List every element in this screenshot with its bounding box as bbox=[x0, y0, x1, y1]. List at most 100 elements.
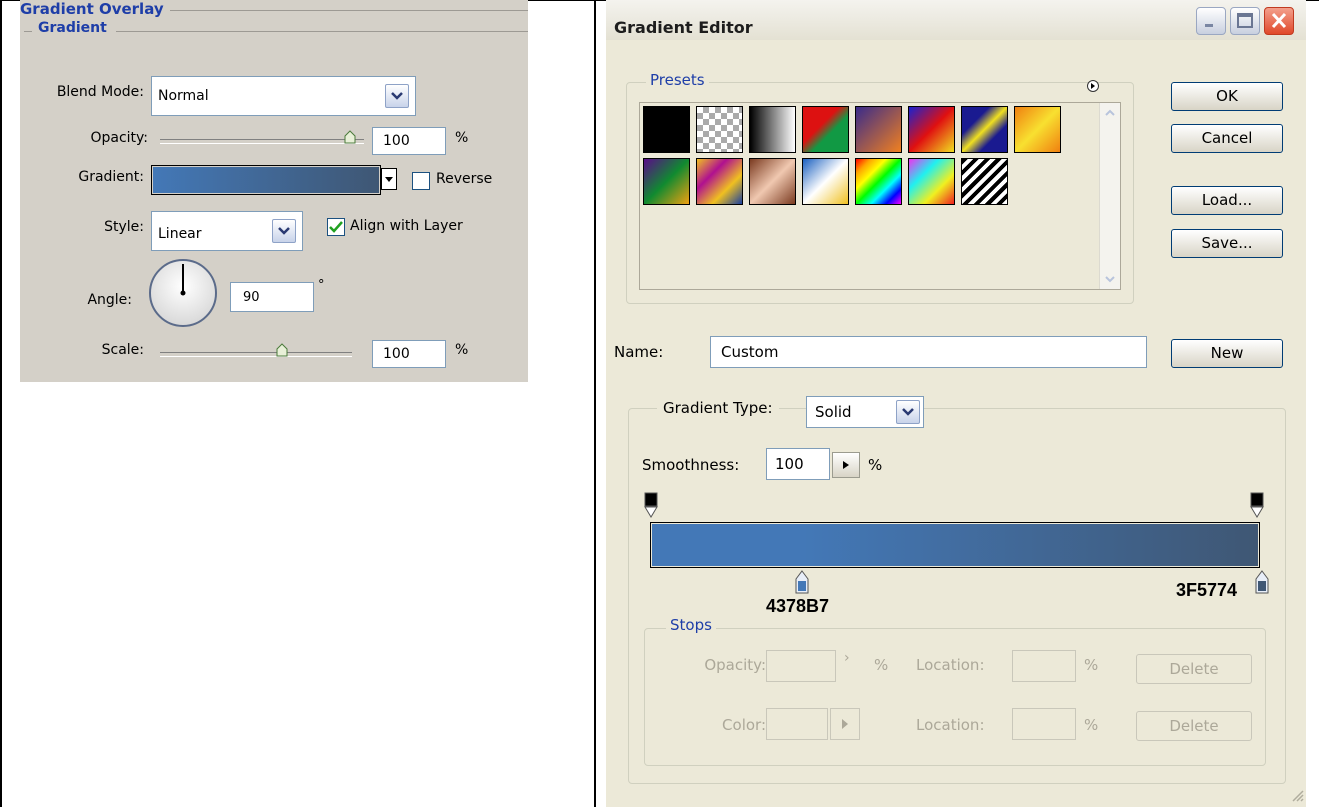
scale-input[interactable]: 100 bbox=[372, 340, 446, 368]
angle-dial[interactable] bbox=[148, 258, 218, 328]
stops-color-arrow-button[interactable] bbox=[830, 708, 860, 740]
chevron-down-icon[interactable] bbox=[385, 84, 409, 108]
gradient-preview[interactable] bbox=[151, 165, 381, 195]
opacity-label: Opacity: bbox=[90, 130, 148, 146]
chevron-down-icon[interactable] bbox=[272, 219, 296, 243]
color-location-unit: % bbox=[1084, 716, 1099, 734]
angle-unit: ° bbox=[318, 278, 325, 293]
blend-mode-value: Normal bbox=[158, 88, 209, 104]
preset-swatch[interactable] bbox=[855, 106, 902, 153]
smoothness-input[interactable]: 100 bbox=[766, 448, 830, 480]
style-select[interactable]: Linear bbox=[151, 211, 303, 251]
gradient-dropdown-arrow[interactable] bbox=[381, 168, 397, 190]
color-delete-button[interactable]: Delete bbox=[1136, 711, 1252, 741]
opacity-slider-thumb[interactable] bbox=[344, 130, 356, 144]
close-button[interactable] bbox=[1264, 7, 1294, 35]
minimize-button[interactable] bbox=[1196, 7, 1226, 35]
cancel-button[interactable]: Cancel bbox=[1171, 124, 1283, 153]
gradient-bar[interactable] bbox=[650, 522, 1260, 568]
checkmark-icon bbox=[329, 221, 343, 233]
chevron-down-icon[interactable] bbox=[896, 400, 920, 424]
stops-opacity-input[interactable] bbox=[766, 650, 836, 682]
smoothness-label: Smoothness: bbox=[642, 456, 740, 474]
preset-swatch[interactable] bbox=[961, 158, 1008, 205]
new-button[interactable]: New bbox=[1171, 339, 1283, 368]
preset-swatch[interactable] bbox=[643, 158, 690, 205]
gradient-swatch bbox=[153, 167, 379, 193]
smoothness-arrow-button[interactable] bbox=[832, 452, 860, 478]
preset-swatch[interactable] bbox=[961, 106, 1008, 153]
preset-swatch[interactable] bbox=[643, 106, 690, 153]
blend-mode-label: Blend Mode: bbox=[56, 84, 144, 100]
ok-button[interactable]: OK bbox=[1171, 82, 1283, 111]
presets-menu-icon[interactable] bbox=[1087, 80, 1099, 92]
opacity-stop-right[interactable] bbox=[1250, 492, 1264, 522]
scroll-up-icon[interactable] bbox=[1103, 106, 1117, 120]
save-button[interactable]: Save... bbox=[1171, 229, 1283, 258]
name-label: Name: bbox=[614, 343, 664, 361]
stops-label: Stops bbox=[666, 616, 716, 634]
smoothness-unit: % bbox=[868, 456, 883, 474]
reverse-checkbox[interactable] bbox=[412, 172, 430, 190]
gradient-type-select[interactable]: Solid bbox=[806, 396, 924, 428]
color-stop-left[interactable] bbox=[795, 570, 809, 598]
resize-grip-icon[interactable] bbox=[1290, 788, 1304, 802]
style-label: Style: bbox=[104, 219, 144, 235]
reverse-label: Reverse bbox=[436, 171, 493, 187]
maximize-icon bbox=[1237, 13, 1253, 28]
scale-unit: % bbox=[455, 342, 469, 358]
scale-label: Scale: bbox=[101, 342, 144, 358]
scale-slider[interactable] bbox=[160, 352, 352, 357]
preset-swatch[interactable] bbox=[1014, 106, 1061, 153]
preset-swatch[interactable] bbox=[749, 158, 796, 205]
opacity-delete-button[interactable]: Delete bbox=[1136, 654, 1252, 684]
gradient-overlay-panel: Gradient Overlay Gradient Blend Mode: No… bbox=[20, 0, 528, 382]
color-stop-right[interactable] bbox=[1255, 570, 1269, 598]
triangle-right-icon bbox=[842, 719, 848, 729]
preset-swatch[interactable] bbox=[908, 158, 955, 205]
preset-swatch[interactable] bbox=[855, 158, 902, 205]
opacity-unit: % bbox=[455, 130, 469, 146]
color-location-input[interactable] bbox=[1012, 708, 1076, 740]
angle-input[interactable]: 90 bbox=[230, 282, 314, 312]
preset-swatch[interactable] bbox=[696, 158, 743, 205]
window-title: Gradient Editor bbox=[614, 18, 753, 37]
presets-scrollbar[interactable] bbox=[1099, 103, 1120, 289]
scale-slider-thumb[interactable] bbox=[276, 343, 288, 357]
stops-group bbox=[644, 628, 1266, 766]
gradient-type-value: Solid bbox=[815, 403, 852, 421]
preset-swatch[interactable] bbox=[696, 106, 743, 153]
section-dash bbox=[24, 31, 32, 32]
stops-opacity-arrow-icon[interactable]: › bbox=[844, 650, 850, 666]
preset-swatch[interactable] bbox=[802, 106, 849, 153]
color-location-label: Location: bbox=[916, 716, 985, 734]
preset-swatch[interactable] bbox=[749, 106, 796, 153]
title-bar: Gradient Editor bbox=[606, 0, 1306, 40]
scroll-down-icon[interactable] bbox=[1103, 272, 1117, 286]
triangle-down-icon bbox=[385, 176, 393, 182]
minimize-icon bbox=[1205, 24, 1213, 27]
stops-color-label: Color: bbox=[722, 716, 766, 734]
section-title: Gradient bbox=[38, 20, 107, 36]
align-checkbox[interactable] bbox=[327, 218, 345, 236]
preset-swatch[interactable] bbox=[802, 158, 849, 205]
opacity-location-input[interactable] bbox=[1012, 650, 1076, 682]
gradient-label: Gradient: bbox=[78, 169, 144, 185]
presets-label: Presets bbox=[646, 71, 709, 89]
opacity-location-label: Location: bbox=[916, 656, 985, 674]
opacity-stop-left[interactable] bbox=[644, 492, 658, 522]
title-divider bbox=[170, 10, 528, 11]
style-value: Linear bbox=[158, 226, 202, 242]
name-input[interactable]: Custom bbox=[710, 336, 1147, 368]
stops-color-swatch[interactable] bbox=[766, 708, 828, 740]
maximize-button[interactable] bbox=[1230, 7, 1260, 35]
gradient-editor-window: Gradient Editor Presets OK Cancel Load..… bbox=[606, 0, 1306, 807]
preset-swatch[interactable] bbox=[908, 106, 955, 153]
align-label: Align with Layer bbox=[350, 218, 463, 234]
opacity-input[interactable]: 100 bbox=[372, 127, 446, 155]
opacity-slider[interactable] bbox=[160, 139, 364, 144]
load-button[interactable]: Load... bbox=[1171, 186, 1283, 215]
blend-mode-select[interactable]: Normal bbox=[151, 76, 416, 116]
triangle-right-icon bbox=[843, 461, 849, 469]
color-stop-left-label: 4378B7 bbox=[766, 596, 830, 616]
